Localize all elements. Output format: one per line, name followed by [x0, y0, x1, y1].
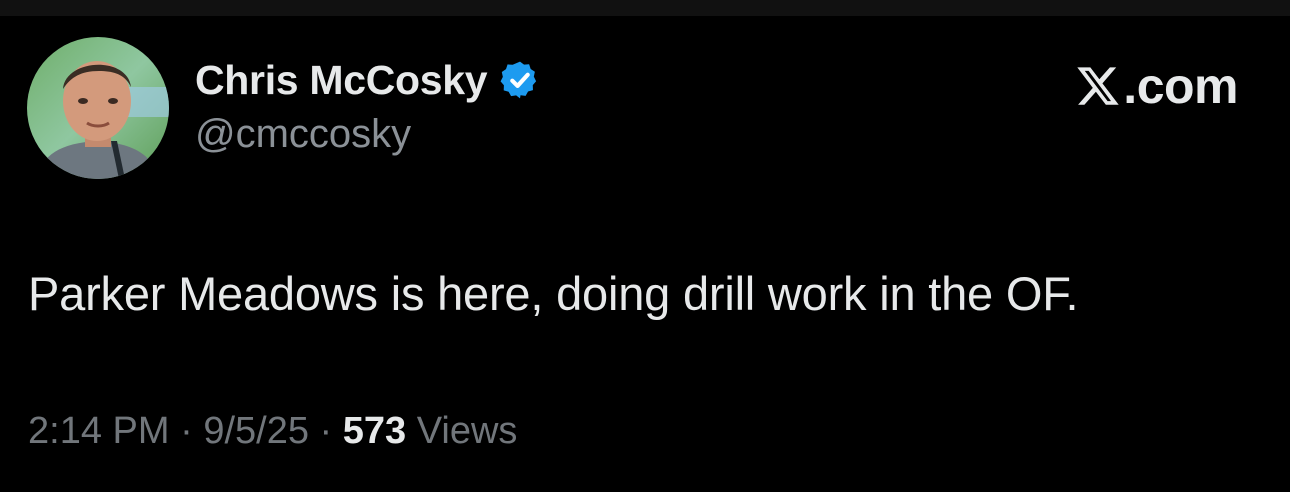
views-count: 573 — [342, 410, 407, 452]
x-logo-icon — [1077, 67, 1119, 105]
tweet-time[interactable]: 2:14 PM — [28, 410, 170, 452]
tweet-meta: 2:14 PM · 9/5/25 · 573 Views — [28, 410, 517, 453]
site-domain-label: .com — [1123, 58, 1238, 114]
x-com-branding: .com — [1075, 56, 1238, 116]
avatar-image — [27, 37, 169, 179]
meta-separator: · — [308, 410, 343, 452]
tweet-date[interactable]: 9/5/25 — [203, 410, 309, 452]
verified-badge-icon — [500, 61, 537, 99]
author-display-name[interactable]: Chris McCosky — [195, 57, 488, 104]
views-label: Views — [406, 410, 518, 452]
author-handle[interactable]: @cmccosky — [195, 112, 411, 157]
tweet-text: Parker Meadows is here, doing drill work… — [28, 267, 1079, 320]
author-name-row: Chris McCosky — [195, 52, 541, 108]
top-edge-strip — [0, 0, 1290, 16]
avatar[interactable] — [27, 37, 169, 179]
meta-separator: · — [169, 410, 204, 452]
